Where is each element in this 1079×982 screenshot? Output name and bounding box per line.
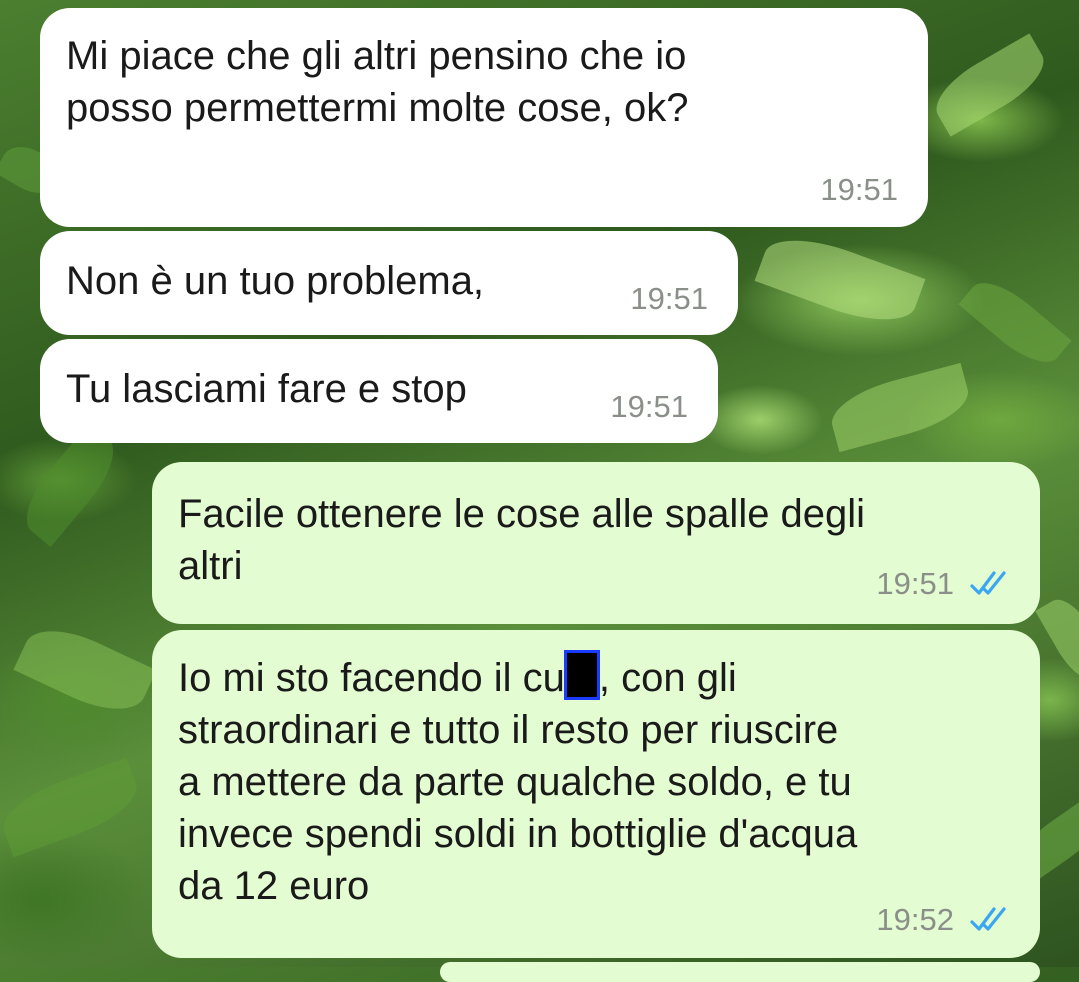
message-text: Facile ottenere le cose alle spalle degl… xyxy=(178,492,866,588)
message-timestamp: 19:52 xyxy=(876,902,954,937)
message-bubble-outgoing[interactable]: Facile ottenere le cose alle spalle degl… xyxy=(152,462,1040,624)
leaf-shape xyxy=(13,615,157,725)
double-check-icon xyxy=(970,907,1006,931)
message-timestamp: 19:51 xyxy=(610,389,688,424)
leaf-shape xyxy=(754,224,926,336)
message-text: Non è un tuo problema, xyxy=(66,259,485,303)
message-timestamp: 19:51 xyxy=(876,566,954,601)
message-bubble-incoming[interactable]: Tu lasciami fare e stop 19:51 xyxy=(40,339,718,443)
message-timestamp: 19:51 xyxy=(630,281,708,316)
redaction-block xyxy=(563,650,600,700)
message-text: Io mi sto facendo il cu, con gli straord… xyxy=(178,650,857,912)
message-text: Mi piace che gli altri pensino che io po… xyxy=(66,34,689,130)
message-bubble-incoming[interactable]: Non è un tuo problema, 19:51 xyxy=(40,231,738,335)
leaf-shape xyxy=(1035,591,1079,689)
message-bubble-outgoing[interactable]: Io mi sto facendo il cu, con gli straord… xyxy=(152,630,1040,958)
leaf-shape xyxy=(0,757,146,858)
double-check-icon xyxy=(970,571,1006,595)
message-text: Tu lasciami fare e stop xyxy=(66,367,467,411)
message-bubble-incoming[interactable]: Mi piace che gli altri pensino che io po… xyxy=(40,8,928,227)
leaf-shape xyxy=(825,362,975,453)
leaf-shape xyxy=(958,269,1072,376)
message-bubble-outgoing-partial xyxy=(440,962,1040,982)
leaf-shape xyxy=(925,33,1055,137)
message-timestamp: 19:51 xyxy=(820,172,898,207)
message-text-part: Io mi sto facendo il cu xyxy=(178,656,565,700)
